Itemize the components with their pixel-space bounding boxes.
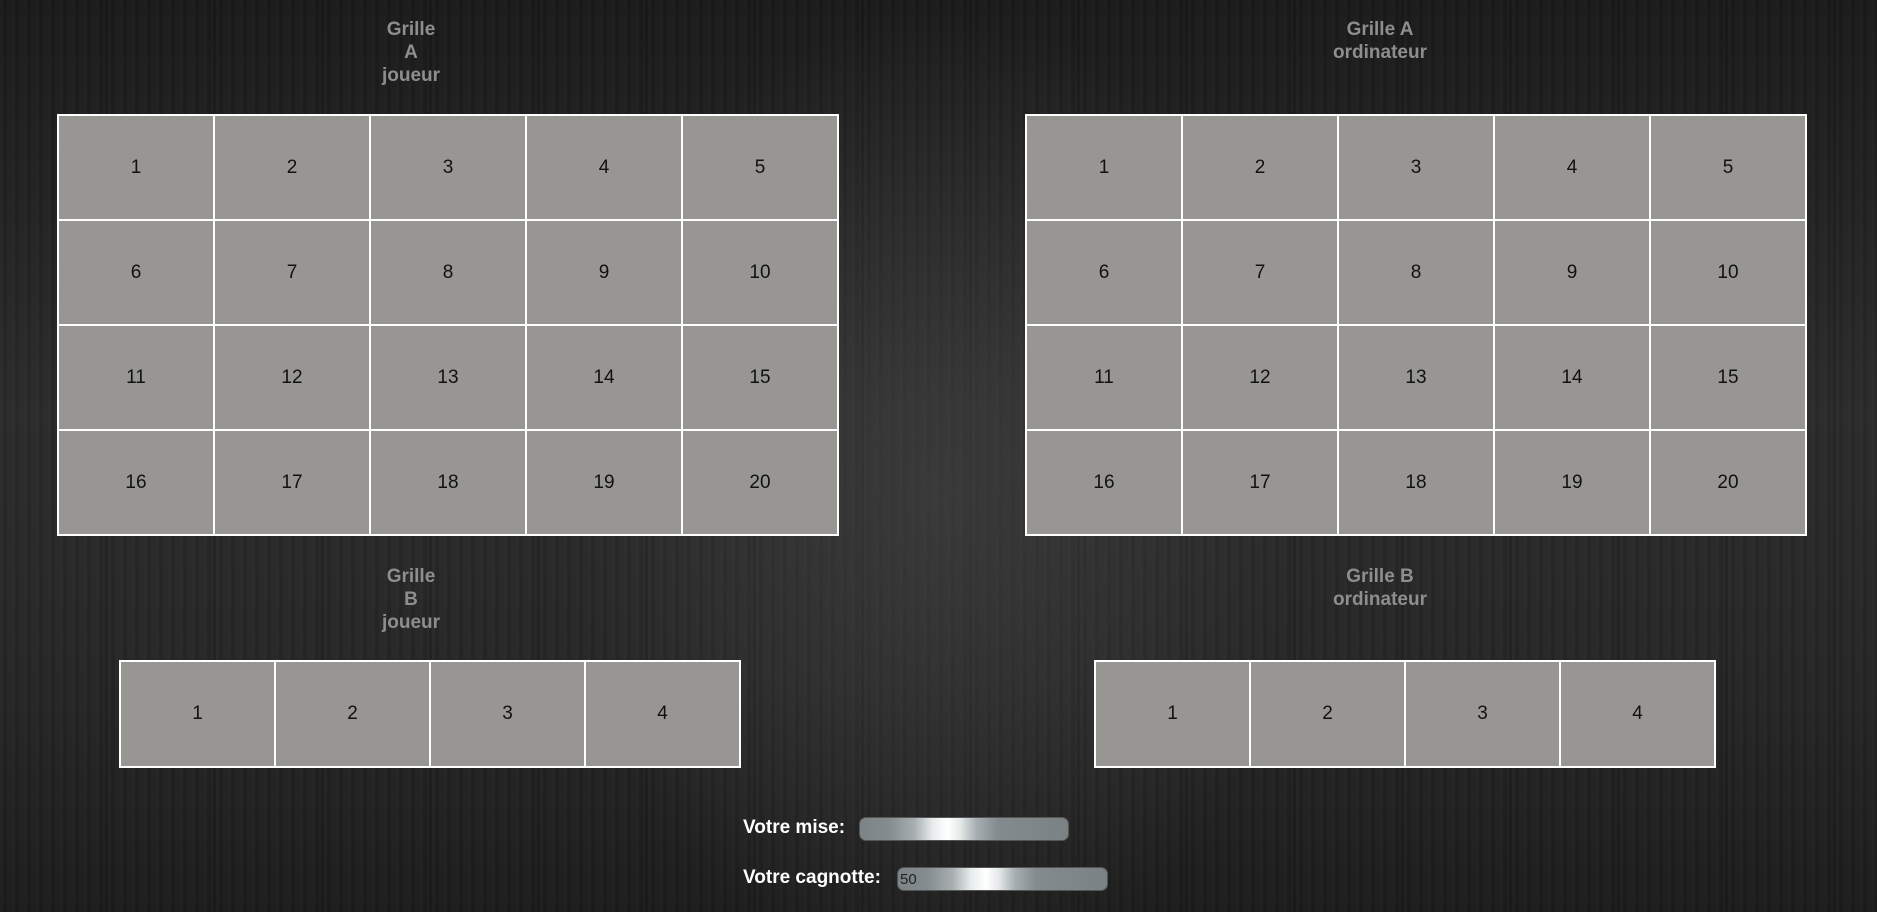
grid-row: 1 2 3 4 5 bbox=[1026, 115, 1806, 220]
player-grid-b: 1 2 3 4 bbox=[119, 660, 741, 768]
computer-grid-b-cell: 1 bbox=[1095, 661, 1250, 767]
computer-grid-a-cell: 5 bbox=[1650, 115, 1806, 220]
computer-grid-a-cell: 2 bbox=[1182, 115, 1338, 220]
player-grid-a-cell[interactable]: 12 bbox=[214, 325, 370, 430]
computer-grid-b-cell: 4 bbox=[1560, 661, 1715, 767]
grid-row: 1 2 3 4 bbox=[1095, 661, 1715, 767]
computer-grid-a-cell: 19 bbox=[1494, 430, 1650, 535]
computer-grid-a-cell: 14 bbox=[1494, 325, 1650, 430]
player-grid-a-cell[interactable]: 9 bbox=[526, 220, 682, 325]
player-grid-a-cell[interactable]: 2 bbox=[214, 115, 370, 220]
computer-grid-a-title-line-2: ordinateur bbox=[1333, 42, 1427, 63]
computer-grid-a-cell: 10 bbox=[1650, 220, 1806, 325]
computer-grid-a-cell: 15 bbox=[1650, 325, 1806, 430]
grid-row: 16 17 18 19 20 bbox=[1026, 430, 1806, 535]
grid-row: 6 7 8 9 10 bbox=[58, 220, 838, 325]
grid-row: 11 12 13 14 15 bbox=[58, 325, 838, 430]
computer-grid-b-cell: 3 bbox=[1405, 661, 1560, 767]
player-grid-b-title-line-2: B bbox=[404, 589, 418, 610]
computer-grid-a-cell: 9 bbox=[1494, 220, 1650, 325]
player-grid-a-cell[interactable]: 8 bbox=[370, 220, 526, 325]
computer-grid-a-cell: 4 bbox=[1494, 115, 1650, 220]
player-grid-a-title-line-1: Grille bbox=[386, 19, 436, 40]
grid-row: 11 12 13 14 15 bbox=[1026, 325, 1806, 430]
computer-grid-b-title-line-2: ordinateur bbox=[1333, 589, 1427, 610]
bet-input[interactable] bbox=[859, 817, 1069, 841]
player-grid-a-cell[interactable]: 6 bbox=[58, 220, 214, 325]
player-grid-b-title-line-1: Grille bbox=[386, 566, 436, 587]
computer-grid-a-cell: 7 bbox=[1182, 220, 1338, 325]
player-grid-b-cell[interactable]: 2 bbox=[275, 661, 430, 767]
player-grid-a-cell[interactable]: 18 bbox=[370, 430, 526, 535]
computer-grid-a: 1 2 3 4 5 6 7 8 9 10 11 12 13 14 15 16 1… bbox=[1025, 114, 1807, 536]
computer-grid-a-cell: 6 bbox=[1026, 220, 1182, 325]
grid-row: 1 2 3 4 bbox=[120, 661, 740, 767]
player-grid-b-cell[interactable]: 1 bbox=[120, 661, 275, 767]
player-grid-a-cell[interactable]: 7 bbox=[214, 220, 370, 325]
player-grid-a-cell[interactable]: 14 bbox=[526, 325, 682, 430]
player-grid-a-cell[interactable]: 4 bbox=[526, 115, 682, 220]
player-grid-a-cell[interactable]: 13 bbox=[370, 325, 526, 430]
computer-grid-b: 1 2 3 4 bbox=[1094, 660, 1716, 768]
computer-grid-a-cell: 13 bbox=[1338, 325, 1494, 430]
jackpot-input bbox=[897, 867, 1108, 891]
player-grid-a-cell[interactable]: 10 bbox=[682, 220, 838, 325]
player-grid-a-cell[interactable]: 11 bbox=[58, 325, 214, 430]
computer-grid-a-title-line-1: Grille A bbox=[1346, 19, 1414, 40]
computer-grid-a-cell: 3 bbox=[1338, 115, 1494, 220]
computer-grid-b-cell: 2 bbox=[1250, 661, 1405, 767]
player-grid-b-title: Grille B joueur bbox=[371, 565, 451, 634]
computer-grid-b-title: Grille B ordinateur bbox=[1300, 565, 1460, 611]
jackpot-label: Votre cagnotte: bbox=[743, 867, 881, 888]
player-grid-a-cell[interactable]: 1 bbox=[58, 115, 214, 220]
computer-grid-b-title-line-1: Grille B bbox=[1346, 566, 1414, 587]
player-grid-a-cell[interactable]: 19 bbox=[526, 430, 682, 535]
computer-grid-a-cell: 20 bbox=[1650, 430, 1806, 535]
player-grid-a-cell[interactable]: 17 bbox=[214, 430, 370, 535]
grid-row: 1 2 3 4 5 bbox=[58, 115, 838, 220]
player-grid-b-cell[interactable]: 4 bbox=[585, 661, 740, 767]
computer-grid-a-cell: 16 bbox=[1026, 430, 1182, 535]
player-grid-a-cell[interactable]: 15 bbox=[682, 325, 838, 430]
player-grid-a-cell[interactable]: 3 bbox=[370, 115, 526, 220]
player-grid-a-cell[interactable]: 20 bbox=[682, 430, 838, 535]
player-grid-a: 1 2 3 4 5 6 7 8 9 10 11 12 13 14 15 16 1… bbox=[57, 114, 839, 536]
player-grid-a-title-line-2: A bbox=[404, 42, 418, 63]
bet-label: Votre mise: bbox=[743, 817, 846, 838]
player-grid-a-cell[interactable]: 5 bbox=[682, 115, 838, 220]
computer-grid-a-title: Grille A ordinateur bbox=[1300, 18, 1460, 64]
computer-grid-a-cell: 11 bbox=[1026, 325, 1182, 430]
computer-grid-a-cell: 8 bbox=[1338, 220, 1494, 325]
computer-grid-a-cell: 17 bbox=[1182, 430, 1338, 535]
player-grid-a-cell[interactable]: 16 bbox=[58, 430, 214, 535]
computer-grid-a-cell: 18 bbox=[1338, 430, 1494, 535]
player-grid-b-title-line-3: joueur bbox=[381, 612, 441, 633]
computer-grid-a-cell: 1 bbox=[1026, 115, 1182, 220]
grid-row: 6 7 8 9 10 bbox=[1026, 220, 1806, 325]
player-grid-b-cell[interactable]: 3 bbox=[430, 661, 585, 767]
player-grid-a-title: Grille A joueur bbox=[371, 18, 451, 87]
grid-row: 16 17 18 19 20 bbox=[58, 430, 838, 535]
computer-grid-a-cell: 12 bbox=[1182, 325, 1338, 430]
player-grid-a-title-line-3: joueur bbox=[381, 65, 441, 86]
